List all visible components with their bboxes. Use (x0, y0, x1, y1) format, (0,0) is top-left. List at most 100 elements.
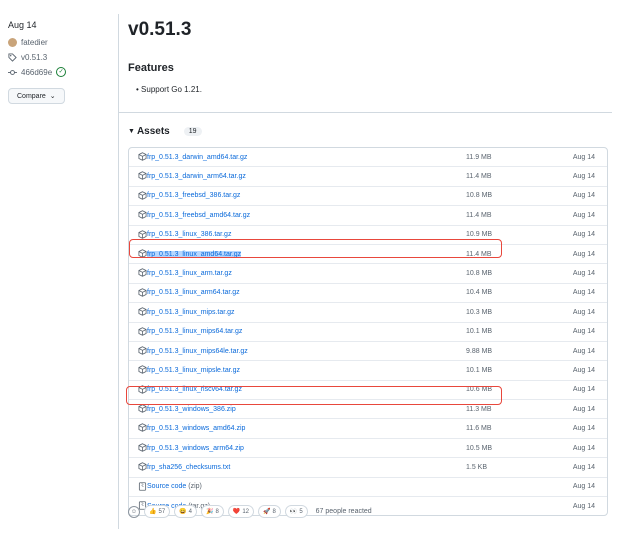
reaction-emoji: 😄 (179, 509, 187, 515)
asset-link[interactable]: frp_0.51.3_linux_arm64.tar.gz (147, 289, 240, 296)
asset-size: 10.6 MB (466, 386, 493, 394)
asset-link[interactable]: frp_0.51.3_freebsd_amd64.tar.gz (147, 212, 250, 219)
asset-row: frp_0.51.3_linux_amd64.tar.gz 11.4 MB Aug … (129, 243, 607, 263)
asset-date: Aug 14 (572, 308, 595, 316)
asset-link[interactable]: frp_0.51.3_linux_amd64.tar.gz (147, 250, 242, 258)
source-code-row: Source code (zip) Aug 14 (129, 476, 607, 496)
asset-size: 10.1 MB (466, 328, 493, 336)
assets-heading: Assets (136, 126, 170, 137)
add-reaction-icon[interactable]: ☺ (128, 505, 140, 518)
package-icon (138, 423, 147, 433)
package-icon (138, 210, 147, 219)
assets-toggle[interactable]: ▼ Assets 19 (128, 126, 202, 137)
asset-row: frp_0.51.3_windows_amd64.zip 11.6 MB Aug 1… (129, 418, 607, 437)
feature-text: Support Go 1.21. (141, 85, 202, 94)
asset-row: frp_0.51.3_linux_arm64.tar.gz 10.4 MB Aug … (129, 282, 607, 302)
asset-link[interactable]: frp_0.51.3_windows_arm64.zip (147, 445, 244, 452)
package-icon (138, 462, 147, 471)
asset-link[interactable]: frp_0.51.3_darwin_arm64.tar.gz (147, 173, 246, 180)
package-icon (138, 443, 147, 452)
package-icon (138, 326, 147, 336)
release-date: Aug 14 (8, 20, 37, 30)
asset-link[interactable]: frp_0.51.3_linux_mips.tar.gz (147, 309, 235, 316)
commit-hash[interactable]: 466d69e (21, 68, 52, 77)
asset-link[interactable]: frp_0.51.3_linux_riscv64.tar.gz (147, 386, 242, 393)
asset-row: frp_0.51.3_linux_riscv64.tar.gz 10.6 MB Au… (129, 379, 607, 399)
asset-row: frp_0.51.3_darwin_amd64.tar.gz 11.9 MB Aug… (129, 148, 607, 166)
asset-row: frp_0.51.3_linux_mipsle.tar.gz 10.1 MB Aug… (129, 360, 607, 379)
compare-label: Compare (17, 92, 46, 100)
tag-icon (8, 52, 17, 62)
asset-size: 10.1 MB (466, 366, 493, 374)
asset-size: 9.88 MB (466, 347, 493, 355)
reaction-emoji: ❤️ (232, 509, 241, 515)
asset-row: frp_0.51.3_windows_arm64.zip 10.5 MB Aug 1… (129, 437, 607, 457)
sidebar-divider (118, 14, 119, 529)
assets-count-badge: 19 (183, 127, 202, 136)
reaction-count: 4 (188, 508, 192, 515)
asset-link[interactable]: frp_0.51.3_darwin_amd64.tar.gz (147, 154, 247, 161)
compare-button[interactable]: Compare ⌄ (8, 88, 65, 104)
tag-row[interactable]: v0.51.3 (8, 52, 113, 62)
asset-row: frp_0.51.3_linux_386.tar.gz 10.9 MB Aug 14 (129, 224, 607, 244)
chevron-down-icon: ⌄ (49, 93, 56, 100)
author-name[interactable]: fatedier (21, 38, 48, 47)
source-code-ext: (zip) (188, 483, 202, 491)
reaction-emoji: 🎉 (206, 509, 214, 515)
release-sidebar: Aug 14 fatedier v0.51.3 466d69e ✓ Compar… (8, 20, 113, 104)
author-row[interactable]: fatedier (8, 37, 113, 47)
asset-date: Aug 14 (572, 289, 595, 297)
asset-date: Aug 14 (572, 386, 595, 394)
asset-size: 11.3 MB (466, 405, 492, 413)
avatar[interactable] (8, 37, 17, 47)
package-icon (138, 404, 147, 413)
asset-row: frp_sha256_checksums.txt 1.5 KB Aug 14 (129, 457, 607, 476)
asset-link[interactable]: frp_0.51.3_windows_amd64.zip (147, 425, 245, 432)
asset-date: Aug 14 (572, 173, 595, 181)
asset-link[interactable]: frp_0.51.3_linux_mipsle.tar.gz (147, 367, 240, 374)
asset-date: Aug 14 (572, 270, 595, 278)
reaction-emoji: 👀 (289, 509, 298, 515)
reaction-button[interactable]: 😄 4 (174, 505, 197, 518)
tag-name[interactable]: v0.51.3 (21, 53, 47, 62)
source-code-link[interactable]: Source code (zip) (147, 483, 202, 490)
reaction-button[interactable]: 🎉 8 (201, 505, 224, 518)
commit-row[interactable]: 466d69e ✓ (8, 67, 113, 77)
package-icon (138, 249, 147, 258)
asset-date: Aug 14 (572, 328, 595, 336)
reaction-emoji: 👍 (149, 509, 157, 515)
asset-row: frp_0.51.3_darwin_arm64.tar.gz 11.4 MB Aug… (129, 166, 607, 185)
feature-item: • Support Go 1.21. (136, 85, 202, 94)
asset-date: Aug 14 (572, 211, 595, 219)
asset-link[interactable]: frp_0.51.3_windows_386.zip (147, 406, 236, 413)
package-icon (138, 346, 147, 355)
reaction-button[interactable]: ❤️ 12 (227, 505, 254, 518)
reaction-count: 8 (272, 508, 276, 515)
asset-date: Aug 14 (572, 366, 595, 374)
asset-link[interactable]: frp_sha256_checksums.txt (147, 464, 230, 471)
asset-date: Aug 14 (572, 231, 595, 239)
asset-link[interactable]: frp_0.51.3_freebsd_386.tar.gz (147, 192, 240, 199)
asset-size: 10.5 MB (466, 444, 493, 452)
asset-link[interactable]: frp_0.51.3_linux_mips64.tar.gz (147, 328, 242, 335)
release-title[interactable]: v0.51.3 (128, 19, 191, 41)
package-icon (138, 268, 147, 278)
asset-link[interactable]: frp_0.51.3_linux_386.tar.gz (147, 231, 231, 238)
reaction-button[interactable]: 👀 5 (284, 505, 308, 518)
reaction-button[interactable]: 👍 57 (144, 505, 171, 518)
asset-link[interactable]: frp_0.51.3_linux_mips64le.tar.gz (147, 348, 248, 355)
asset-date: Aug 14 (572, 502, 595, 510)
asset-date: Aug 14 (572, 463, 595, 471)
asset-row: frp_0.51.3_freebsd_amd64.tar.gz 11.4 MB Au… (129, 205, 607, 224)
package-icon (138, 229, 147, 239)
caret-down-icon: ▼ (128, 128, 135, 135)
reaction-count: 12 (242, 508, 249, 515)
asset-link[interactable]: frp_0.51.3_linux_arm.tar.gz (147, 270, 232, 277)
asset-row: frp_0.51.3_windows_386.zip 11.3 MB Aug 14 (129, 399, 607, 418)
asset-size: 10.3 MB (466, 308, 493, 316)
section-divider (118, 112, 612, 113)
reaction-button[interactable]: 🚀 8 (258, 505, 281, 518)
asset-row: frp_0.51.3_freebsd_386.tar.gz 10.8 MB Aug … (129, 185, 607, 205)
asset-size: 11.4 MB (466, 173, 492, 181)
source-code-label: Source code (147, 483, 187, 491)
